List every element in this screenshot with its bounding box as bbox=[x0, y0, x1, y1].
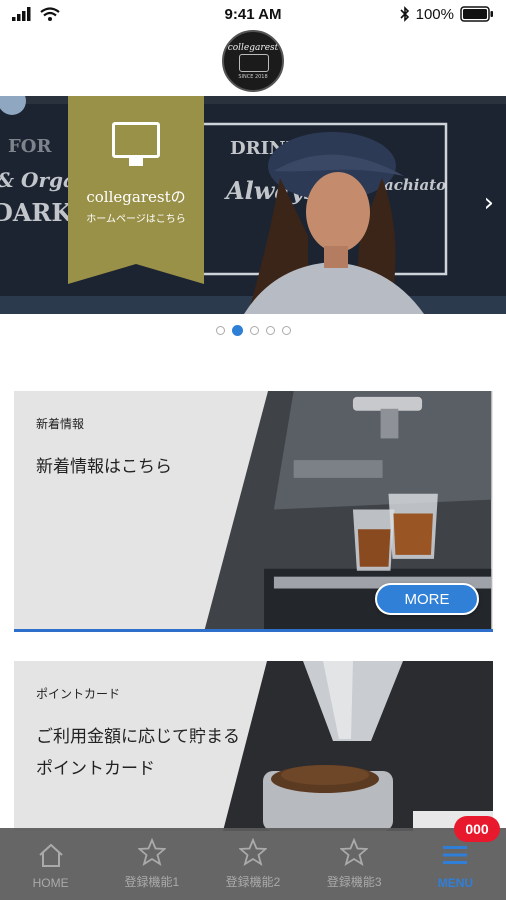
wifi-icon bbox=[40, 7, 60, 21]
hero-carousel[interactable]: & Organic DARK BLEND FOR DRINKERS Always… bbox=[0, 96, 506, 314]
tab-registered-2-label: 登録機能2 bbox=[225, 875, 281, 889]
tab-registered-1-label: 登録機能1 bbox=[124, 875, 180, 889]
tab-menu[interactable]: 000 MENU bbox=[405, 816, 506, 900]
carousel-dot[interactable] bbox=[281, 326, 291, 335]
chevron-right-icon[interactable]: › bbox=[484, 188, 494, 218]
badge-subtitle: ホームページはこちら bbox=[86, 214, 186, 225]
menu-icon bbox=[440, 840, 470, 870]
point-card-label: ポイントカード bbox=[36, 687, 121, 701]
bottom-tab-bar: HOME 登録機能1 登録機能2 登録機能3 000 MENU bbox=[0, 816, 506, 900]
tab-registered-1[interactable]: 登録機能1 bbox=[101, 828, 202, 900]
news-card-title: 新着情報はこちら bbox=[36, 457, 172, 477]
status-left bbox=[12, 7, 132, 21]
app-header: collegarest SINCE 2018 bbox=[0, 28, 506, 94]
tab-home-label: HOME bbox=[32, 876, 69, 890]
star-icon bbox=[137, 837, 167, 867]
battery-icon bbox=[460, 6, 493, 22]
point-card-title: ご利用金額に応じて貯まるポイントカード bbox=[36, 727, 240, 779]
home-icon bbox=[36, 840, 66, 870]
coffee-grinder-photo bbox=[223, 661, 493, 831]
star-icon bbox=[339, 837, 369, 867]
battery-percent: 100% bbox=[415, 5, 454, 23]
monitor-icon bbox=[112, 122, 160, 166]
app-logo: collegarest SINCE 2018 bbox=[222, 30, 284, 92]
tab-registered-2[interactable]: 登録機能2 bbox=[202, 828, 303, 900]
chalk-text-for: FOR bbox=[8, 136, 52, 157]
bluetooth-icon bbox=[400, 6, 409, 22]
homepage-link-badge[interactable]: collegarestの ホームページはこちら bbox=[68, 96, 204, 284]
tab-registered-3[interactable]: 登録機能3 bbox=[304, 828, 405, 900]
news-card-label: 新着情報 bbox=[36, 417, 85, 431]
star-icon bbox=[238, 837, 268, 867]
news-card[interactable]: 新着情報 新着情報はこちら MORE bbox=[14, 391, 493, 632]
tab-home[interactable]: HOME bbox=[0, 828, 101, 900]
status-bar: 9:41 AM 100% bbox=[0, 0, 506, 28]
badge-title: collegarestの bbox=[86, 188, 186, 206]
carousel-dot[interactable] bbox=[249, 326, 259, 335]
hero-person-photo bbox=[244, 132, 424, 314]
tab-menu-label: MENU bbox=[437, 876, 474, 890]
carousel-dot-active[interactable] bbox=[231, 325, 243, 336]
carousel-dot[interactable] bbox=[215, 326, 225, 335]
carousel-dot[interactable] bbox=[265, 326, 275, 335]
more-button[interactable]: MORE bbox=[375, 583, 479, 615]
carousel-pagination[interactable] bbox=[0, 325, 506, 336]
signal-icon bbox=[12, 7, 31, 21]
tab-registered-3-label: 登録機能3 bbox=[326, 875, 382, 889]
logo-text: collegarest bbox=[227, 43, 279, 53]
status-right: 100% bbox=[374, 6, 494, 23]
status-time: 9:41 AM bbox=[224, 5, 282, 23]
point-card[interactable]: ポイントカード ご利用金額に応じて貯まるポイントカード bbox=[14, 661, 493, 831]
logo-emblem bbox=[239, 54, 269, 72]
menu-notification-badge: 000 bbox=[454, 816, 501, 842]
logo-since: SINCE 2018 bbox=[238, 74, 268, 80]
